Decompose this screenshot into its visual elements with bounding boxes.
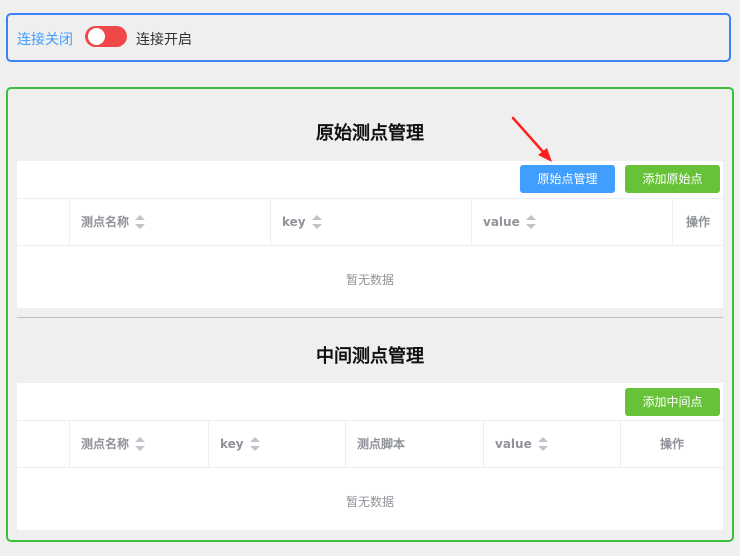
add-middle-point-button[interactable]: 添加中间点 (625, 388, 720, 416)
original-points-title: 原始测点管理 (316, 123, 424, 144)
column-header-key[interactable]: key (270, 199, 471, 245)
original-points-table-header: 测点名称 key value 操作 (17, 198, 723, 246)
sort-icon[interactable] (525, 214, 536, 229)
points-management-panel: 原始测点管理 原始点管理 添加原始点 测点名称 key value 操作 暂无数… (6, 87, 734, 542)
column-header-select (17, 199, 69, 245)
middle-points-card: 添加中间点 测点名称 key 测点脚本 value 操作 暂无数据 (17, 383, 723, 530)
column-header-actions: 操作 (672, 199, 723, 245)
column-header-key[interactable]: key (208, 421, 345, 467)
column-header-select (17, 421, 69, 467)
middle-points-table-header: 测点名称 key 测点脚本 value 操作 (17, 420, 723, 468)
sort-icon[interactable] (537, 436, 548, 451)
connection-toggle[interactable] (85, 26, 127, 47)
column-header-value[interactable]: value (483, 421, 620, 467)
toggle-knob (88, 28, 105, 45)
sort-icon[interactable] (135, 436, 146, 451)
column-header-point-name[interactable]: 测点名称 (69, 421, 208, 467)
connection-off-label: 连接关闭 (17, 32, 73, 48)
middle-points-title: 中间测点管理 (316, 346, 424, 367)
original-points-card: 原始点管理 添加原始点 测点名称 key value 操作 暂无数据 (17, 161, 723, 308)
sort-icon[interactable] (311, 214, 322, 229)
red-arrow-annotation-icon (511, 116, 552, 162)
column-header-actions: 操作 (620, 421, 723, 467)
column-header-point-name[interactable]: 测点名称 (69, 199, 270, 245)
section-divider (17, 317, 723, 318)
middle-points-empty-text: 暂无数据 (345, 495, 394, 509)
original-point-manage-button[interactable]: 原始点管理 (520, 165, 615, 193)
add-original-point-button[interactable]: 添加原始点 (625, 165, 720, 193)
sort-icon[interactable] (249, 436, 260, 451)
connection-panel: 连接关闭 连接开启 (6, 13, 731, 62)
original-points-empty-text: 暂无数据 (345, 273, 394, 287)
column-header-point-script: 测点脚本 (345, 421, 483, 467)
column-header-value[interactable]: value (471, 199, 672, 245)
sort-icon[interactable] (135, 214, 146, 229)
connection-on-label: 连接开启 (136, 32, 192, 48)
